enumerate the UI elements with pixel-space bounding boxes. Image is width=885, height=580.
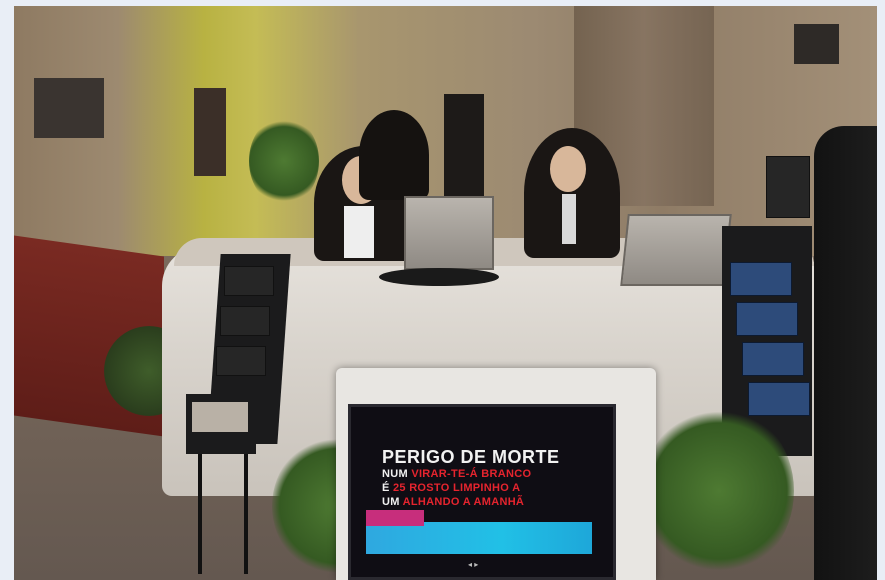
brochure (216, 346, 266, 376)
screen-line-1: NUM VIRAR-TE-Á BRANCO (382, 468, 531, 480)
background-speaker (444, 94, 484, 204)
receptionist-right-face (550, 146, 586, 192)
screen-title: PERIGO DE MORTE (382, 447, 560, 467)
brochure (224, 266, 274, 296)
lanyard (562, 194, 576, 244)
line1-prefix: NUM (382, 468, 408, 480)
brochure (742, 342, 804, 376)
shirt (344, 206, 374, 258)
brochure (220, 306, 270, 336)
line1-text: VIRAR-TE-Á BRANCO (411, 468, 532, 480)
stand-leg (244, 454, 248, 574)
background-poster (34, 78, 104, 138)
screen-nav-arrows[interactable]: ◂ ▸ (468, 560, 478, 569)
line3-prefix: UM (382, 496, 400, 508)
laptop (620, 214, 732, 286)
plant (249, 116, 319, 206)
brochure (748, 382, 810, 416)
person-background (359, 110, 429, 200)
monitor-base (379, 268, 499, 286)
screen-banner[interactable] (366, 522, 592, 554)
background-poster (794, 24, 839, 64)
rack-top-sign (766, 156, 810, 218)
screen-banner-tag (366, 510, 424, 526)
line3-text: ALHANDO A AMANHÃ (402, 496, 525, 508)
screen-line-2: É 25 ROSTO LIMPINHO A (382, 482, 520, 494)
sign-stand-image (192, 402, 248, 432)
screen-line-3: UM ALHANDO A AMANHÃ (382, 496, 524, 508)
brochure (730, 262, 792, 296)
monitor (404, 196, 494, 270)
person-foreground-right (814, 126, 877, 580)
stand-leg (198, 454, 202, 574)
line2-prefix: É (382, 482, 390, 494)
brochure (736, 302, 798, 336)
fern-plant-right (644, 406, 794, 576)
line2-text: 25 ROSTO LIMPINHO A (393, 482, 521, 494)
background-sign (194, 88, 226, 176)
